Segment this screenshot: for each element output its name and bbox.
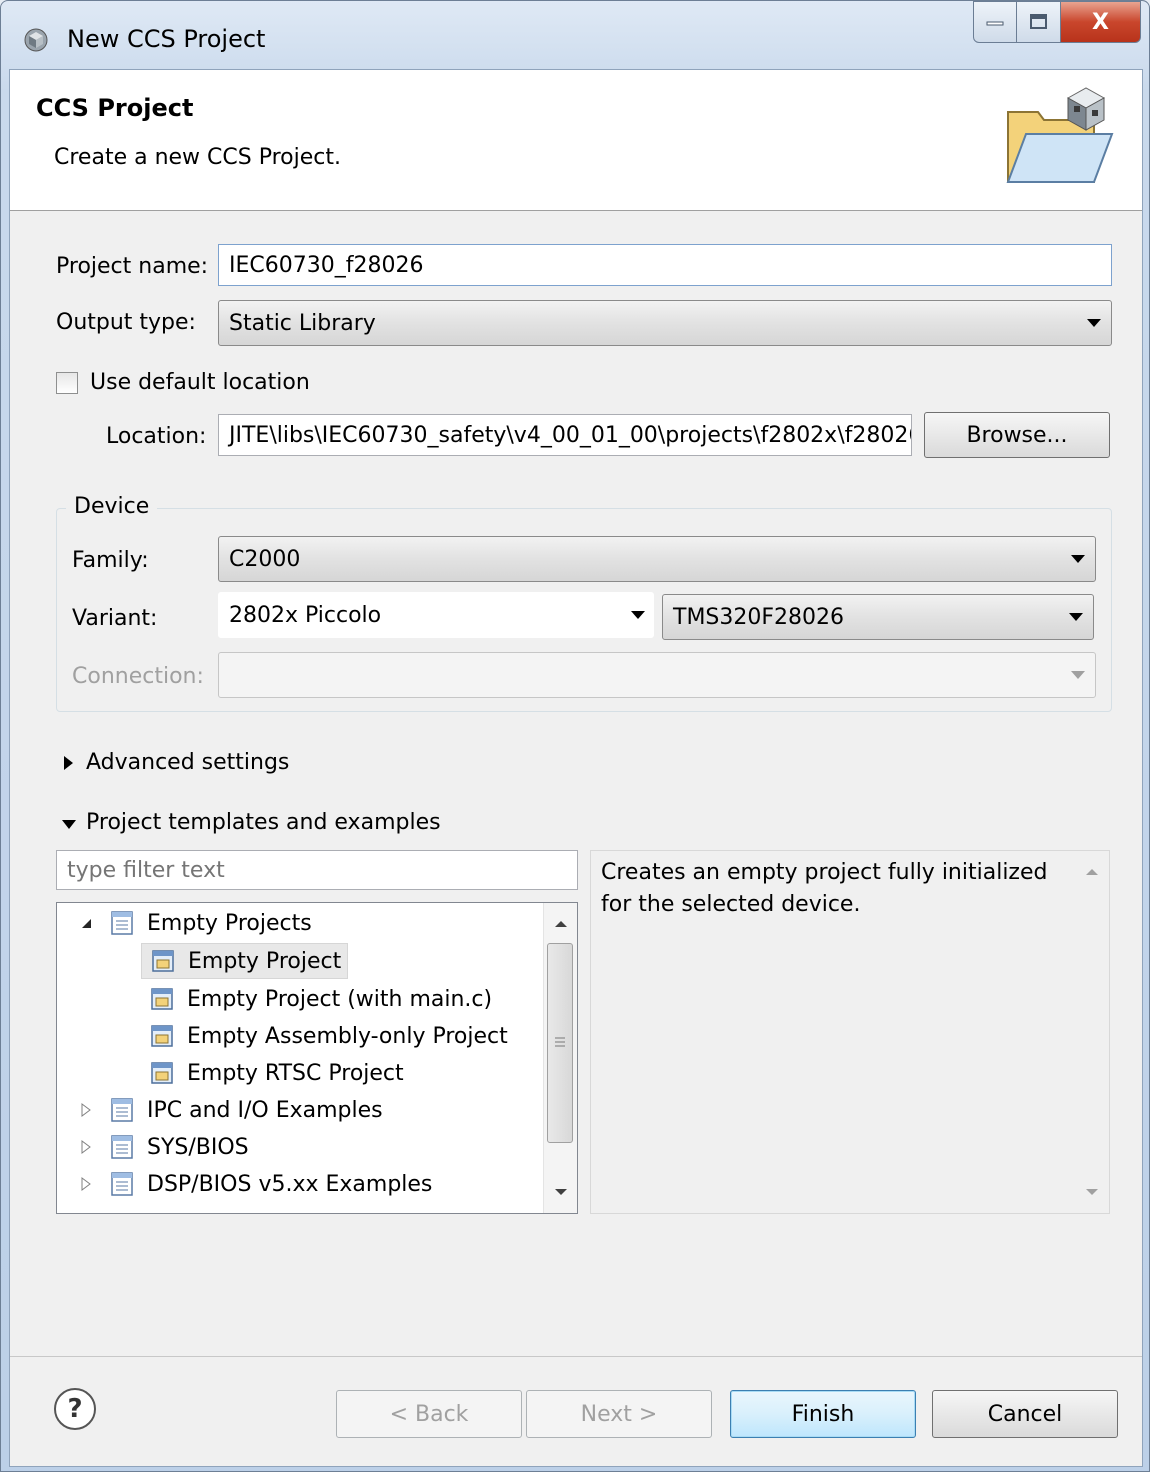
family-select[interactable]: C2000 [218, 536, 1096, 582]
template-description-panel: Creates an empty project fully initializ… [590, 850, 1110, 1214]
description-scrollbar[interactable] [1075, 851, 1109, 1213]
tree-node-label: Empty RTSC Project [187, 1060, 404, 1086]
folder-list-icon [111, 911, 133, 935]
advanced-settings-label[interactable]: Advanced settings [86, 750, 289, 775]
variant-value: 2802x Piccolo [229, 602, 382, 628]
use-default-location-checkbox[interactable] [56, 372, 78, 394]
connection-select [218, 652, 1096, 698]
help-icon: ? [67, 1394, 83, 1424]
tree-node-empty-project-main[interactable]: Empty Project (with main.c) [149, 981, 492, 1017]
tree-node-dsp-bios-examples[interactable]: DSP/BIOS v5.xx Examples [77, 1166, 432, 1202]
browse-button[interactable]: Browse... [924, 412, 1110, 458]
project-template-icon [151, 1025, 173, 1047]
family-label: Family: [72, 548, 149, 573]
footer-separator [10, 1356, 1142, 1357]
close-icon: X [1092, 9, 1109, 35]
chevron-down-icon [1069, 613, 1083, 621]
folder-list-icon [111, 1098, 133, 1122]
scroll-up-icon[interactable] [554, 919, 568, 929]
output-type-select[interactable]: Static Library [218, 300, 1112, 346]
collapse-icon[interactable] [77, 914, 95, 932]
page-title: CCS Project [36, 94, 194, 122]
device-group-label: Device [66, 494, 158, 519]
expand-icon[interactable] [77, 1101, 95, 1119]
chevron-down-icon [1087, 319, 1101, 327]
next-button[interactable]: Next > [526, 1390, 712, 1438]
project-name-input[interactable]: IEC60730_f28026 [218, 244, 1112, 286]
maximize-button[interactable] [1017, 1, 1061, 43]
output-type-label: Output type: [56, 310, 196, 335]
tree-node-label: SYS/BIOS [147, 1134, 249, 1160]
tree-node-label: Empty Projects [147, 910, 312, 936]
project-template-icon [151, 988, 173, 1010]
expand-right-icon [64, 756, 73, 770]
dialog-content: CCS Project Create a new CCS Project. Pr… [9, 69, 1143, 1467]
templates-label[interactable]: Project templates and examples [86, 810, 441, 835]
expand-icon[interactable] [77, 1175, 95, 1193]
chevron-down-icon [1071, 555, 1085, 563]
location-input[interactable]: JITE\libs\IEC60730_safety\v4_00_01_00\pr… [218, 414, 912, 456]
dialog-window: New CCS Project X CCS Project Create a n… [0, 0, 1150, 1472]
variant-part-select[interactable]: TMS320F28026 [662, 594, 1094, 640]
window-controls: X [973, 1, 1141, 47]
variant-label: Variant: [72, 606, 158, 631]
grip-icon [555, 1037, 565, 1047]
tree-node-label: Empty Project [188, 948, 342, 974]
variant-filter-select[interactable]: 2802x Piccolo [218, 592, 654, 638]
chevron-down-icon [631, 611, 645, 619]
connection-label: Connection: [72, 664, 204, 689]
new-project-folder-icon [1006, 87, 1114, 183]
minimize-button[interactable] [973, 1, 1017, 43]
tree-node-label: DSP/BIOS v5.xx Examples [147, 1171, 433, 1197]
ccs-app-icon [24, 28, 48, 52]
tree-node-empty-projects[interactable]: Empty Projects [77, 905, 312, 941]
output-type-value: Static Library [229, 310, 376, 336]
template-filter-input[interactable] [56, 850, 578, 890]
cancel-button[interactable]: Cancel [932, 1390, 1118, 1438]
template-tree[interactable]: Empty Projects Empty Project Empty Proje… [56, 902, 578, 1214]
tree-scrollbar[interactable] [543, 903, 577, 1213]
tree-node-sys-bios[interactable]: SYS/BIOS [77, 1129, 249, 1165]
chevron-down-icon [1071, 671, 1085, 679]
project-template-icon [151, 1062, 173, 1084]
folder-list-icon [111, 1172, 133, 1196]
variant-part-value: TMS320F28026 [673, 604, 845, 630]
tree-node-empty-assembly-project[interactable]: Empty Assembly-only Project [149, 1018, 508, 1054]
window-title: New CCS Project [67, 25, 266, 53]
title-bar[interactable]: New CCS Project X [1, 1, 1149, 69]
project-name-label: Project name: [56, 254, 209, 279]
template-description: Creates an empty project fully initializ… [601, 860, 1048, 917]
scroll-up-icon[interactable] [1085, 867, 1099, 877]
tree-node-empty-project[interactable]: Empty Project [141, 943, 349, 979]
family-value: C2000 [229, 546, 301, 572]
tree-node-ipc-examples[interactable]: IPC and I/O Examples [77, 1092, 383, 1128]
wizard-header: CCS Project Create a new CCS Project. [10, 70, 1142, 211]
scroll-down-icon[interactable] [554, 1187, 568, 1197]
tree-node-label: Empty Assembly-only Project [187, 1023, 508, 1049]
finish-button[interactable]: Finish [730, 1390, 916, 1438]
maximize-icon [1029, 14, 1047, 29]
scroll-thumb[interactable] [547, 943, 573, 1143]
scroll-down-icon[interactable] [1085, 1187, 1099, 1197]
expand-icon[interactable] [77, 1138, 95, 1156]
back-button[interactable]: < Back [336, 1390, 522, 1438]
help-button[interactable]: ? [54, 1388, 96, 1430]
expand-down-icon [62, 820, 76, 829]
use-default-location-label[interactable]: Use default location [90, 370, 310, 395]
project-template-icon [152, 950, 174, 972]
close-button[interactable]: X [1061, 1, 1141, 43]
minimize-icon [986, 21, 1004, 26]
tree-node-label: Empty Project (with main.c) [187, 986, 493, 1012]
tree-node-label: IPC and I/O Examples [147, 1097, 383, 1123]
tree-node-empty-rtsc-project[interactable]: Empty RTSC Project [149, 1055, 404, 1091]
location-label: Location: [106, 424, 207, 449]
folder-list-icon [111, 1135, 133, 1159]
page-description: Create a new CCS Project. [54, 145, 341, 170]
